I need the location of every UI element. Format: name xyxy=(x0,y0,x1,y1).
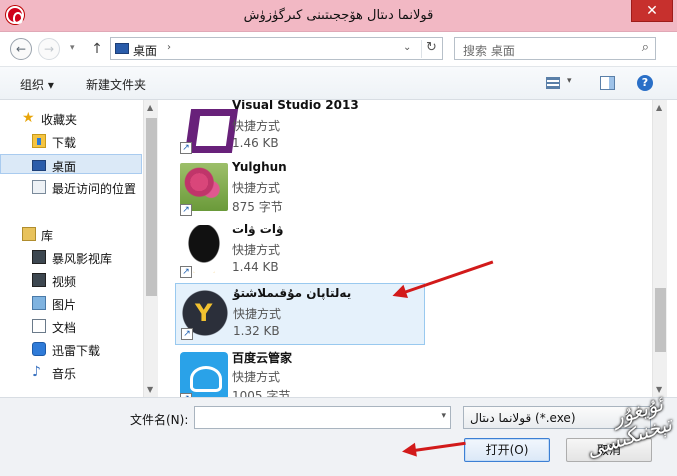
search-placeholder: 搜索 桌面 xyxy=(463,44,515,58)
nav-label: 暴风影视库 xyxy=(52,252,113,266)
list-item[interactable]: ↗ ۋات ۋات 快捷方式 1.44 KB xyxy=(175,220,425,282)
file-size: 1005 字节 xyxy=(232,389,291,397)
new-folder-button[interactable]: 新建文件夹 xyxy=(86,76,146,93)
navigation-pane: ★ 收藏夹 下载 桌面 最近访问的位置 库 暴风影视库 视频 图片 文档 迅雷下… xyxy=(0,100,158,397)
window-title: قولانما دىتال ھۆججىتىنى كىرگۈزۈش xyxy=(243,8,434,23)
nav-pictures[interactable]: 图片 xyxy=(0,293,142,313)
nav-baofeng-library[interactable]: 暴风影视库 xyxy=(0,247,142,267)
recent-locations-dropdown-icon[interactable]: ▾ xyxy=(70,43,75,53)
nav-label: 文档 xyxy=(52,321,77,335)
desktop-icon xyxy=(32,160,46,171)
address-dropdown-icon[interactable]: ⌄ xyxy=(403,42,411,53)
file-size: 1.46 KB xyxy=(232,136,279,150)
nav-downloads[interactable]: 下载 xyxy=(0,131,142,151)
downloads-folder-icon xyxy=(32,134,46,148)
file-name: Yulghun xyxy=(232,160,287,174)
nav-libraries[interactable]: 库 xyxy=(0,224,142,244)
nav-videos[interactable]: 视频 xyxy=(0,270,142,290)
nav-desktop[interactable]: 桌面 xyxy=(0,154,142,174)
file-name: يەلتاپان مۇقىملاشتۇ xyxy=(233,286,352,300)
libraries-icon xyxy=(22,227,36,241)
xunlei-download-icon xyxy=(32,342,46,356)
nav-label: 视频 xyxy=(52,275,77,289)
nav-xunlei-download[interactable]: 迅雷下载 xyxy=(0,339,142,359)
file-type: 快捷方式 xyxy=(232,181,281,195)
file-size: 1.32 KB xyxy=(233,324,280,338)
forward-button[interactable]: → xyxy=(38,38,60,60)
file-scroll-thumb[interactable] xyxy=(655,288,666,352)
videos-icon xyxy=(32,273,46,287)
file-type: 快捷方式 xyxy=(233,307,282,321)
open-button[interactable]: 打开(O) xyxy=(464,438,550,462)
recent-places-icon xyxy=(32,180,46,194)
file-list-scrollbar[interactable]: ▲ ▼ xyxy=(652,100,667,397)
address-bar[interactable]: 桌面 › ⌄ ↻ xyxy=(110,37,443,60)
list-item[interactable]: ↗ Visual Studio 2013 快捷方式 1.46 KB xyxy=(175,100,425,158)
star-icon: ★ xyxy=(22,110,35,126)
file-name: 百度云管家 xyxy=(232,351,293,365)
nav-label: 最近访问的位置 xyxy=(52,182,137,196)
file-name: ۋات ۋات xyxy=(232,222,284,236)
shortcut-arrow-icon: ↗ xyxy=(180,266,192,278)
baofeng-library-icon xyxy=(32,250,46,264)
nav-label: 下载 xyxy=(52,136,77,150)
desktop-icon xyxy=(115,43,129,54)
nav-label: 迅雷下载 xyxy=(52,344,101,358)
list-item[interactable]: ↗ 百度云管家 快捷方式 1005 字节 xyxy=(175,347,425,397)
refresh-button[interactable]: ↻ xyxy=(421,40,441,58)
list-item-selected[interactable]: ↗ يەلتاپان مۇقىملاشتۇ 快捷方式 1.32 KB xyxy=(175,283,425,345)
scroll-down-icon[interactable]: ▼ xyxy=(147,385,153,394)
nav-label: 桌面 xyxy=(52,160,77,174)
breadcrumb[interactable]: 桌面 xyxy=(133,42,157,59)
preview-pane-icon[interactable] xyxy=(600,76,615,90)
file-size: 1.44 KB xyxy=(232,260,279,274)
close-button[interactable]: ✕ xyxy=(631,0,673,22)
dialog-footer: 文件名(N): ▾ قولانما دىتال (*.exe) ▾ 打开(O) … xyxy=(0,397,677,476)
baidu-cloud-icon xyxy=(180,352,228,397)
list-item[interactable]: ↗ Yulghun 快捷方式 875 字节 xyxy=(175,158,425,220)
file-type: 快捷方式 xyxy=(232,370,281,384)
shortcut-arrow-icon: ↗ xyxy=(181,328,193,340)
shortcut-arrow-icon: ↗ xyxy=(180,142,192,154)
pictures-icon xyxy=(32,296,46,310)
back-button[interactable]: ← xyxy=(10,38,32,60)
nav-label: 收藏夹 xyxy=(41,113,78,127)
filename-field[interactable]: ▾ xyxy=(194,406,451,429)
music-icon: ♪ xyxy=(32,364,41,380)
file-type: 快捷方式 xyxy=(232,243,281,257)
up-button[interactable]: ↑ xyxy=(88,38,106,60)
shortcut-arrow-icon: ↗ xyxy=(180,204,192,216)
breadcrumb-separator-icon[interactable]: › xyxy=(167,42,171,53)
file-size: 875 字节 xyxy=(232,200,283,214)
search-icon[interactable]: ⌕ xyxy=(642,40,649,55)
help-icon[interactable]: ? xyxy=(637,75,653,91)
scroll-up-icon[interactable]: ▲ xyxy=(656,103,662,112)
nav-scroll-thumb[interactable] xyxy=(146,118,157,296)
view-details-icon[interactable] xyxy=(546,77,560,89)
file-type: 快捷方式 xyxy=(232,119,281,133)
search-input[interactable]: 搜索 桌面 ⌕ xyxy=(454,37,656,60)
nav-recent-places[interactable]: 最近访问的位置 xyxy=(0,177,142,197)
nav-favorites[interactable]: ★ 收藏夹 xyxy=(0,108,142,128)
documents-icon xyxy=(32,319,46,333)
scroll-up-icon[interactable]: ▲ xyxy=(147,103,153,112)
nav-label: 图片 xyxy=(52,298,77,312)
view-dropdown-icon[interactable]: ▾ xyxy=(567,76,572,86)
filter-value: قولانما دىتال (*.exe) xyxy=(470,411,576,425)
nav-label: 音乐 xyxy=(52,367,77,381)
file-name: Visual Studio 2013 xyxy=(232,100,359,112)
file-list: ↗ Visual Studio 2013 快捷方式 1.46 KB ↗ Yulg… xyxy=(159,100,652,397)
organize-button[interactable]: 组织 ▾ xyxy=(20,76,54,93)
title-bar: قولانما دىتال ھۆججىتىنى كىرگۈزۈش ✕ xyxy=(0,0,677,32)
filename-dropdown-icon[interactable]: ▾ xyxy=(441,411,446,421)
filename-label: 文件名(N): xyxy=(130,413,189,427)
nav-scrollbar[interactable]: ▲ ▼ xyxy=(143,100,158,397)
nav-label: 库 xyxy=(41,229,54,243)
nav-music[interactable]: ♪ 音乐 xyxy=(0,362,142,382)
nav-documents[interactable]: 文档 xyxy=(0,316,142,336)
address-row: ← → ▾ ↑ 桌面 › ⌄ ↻ 搜索 桌面 ⌕ xyxy=(0,32,677,64)
command-bar: 组织 ▾ 新建文件夹 ▾ ? xyxy=(0,66,677,100)
